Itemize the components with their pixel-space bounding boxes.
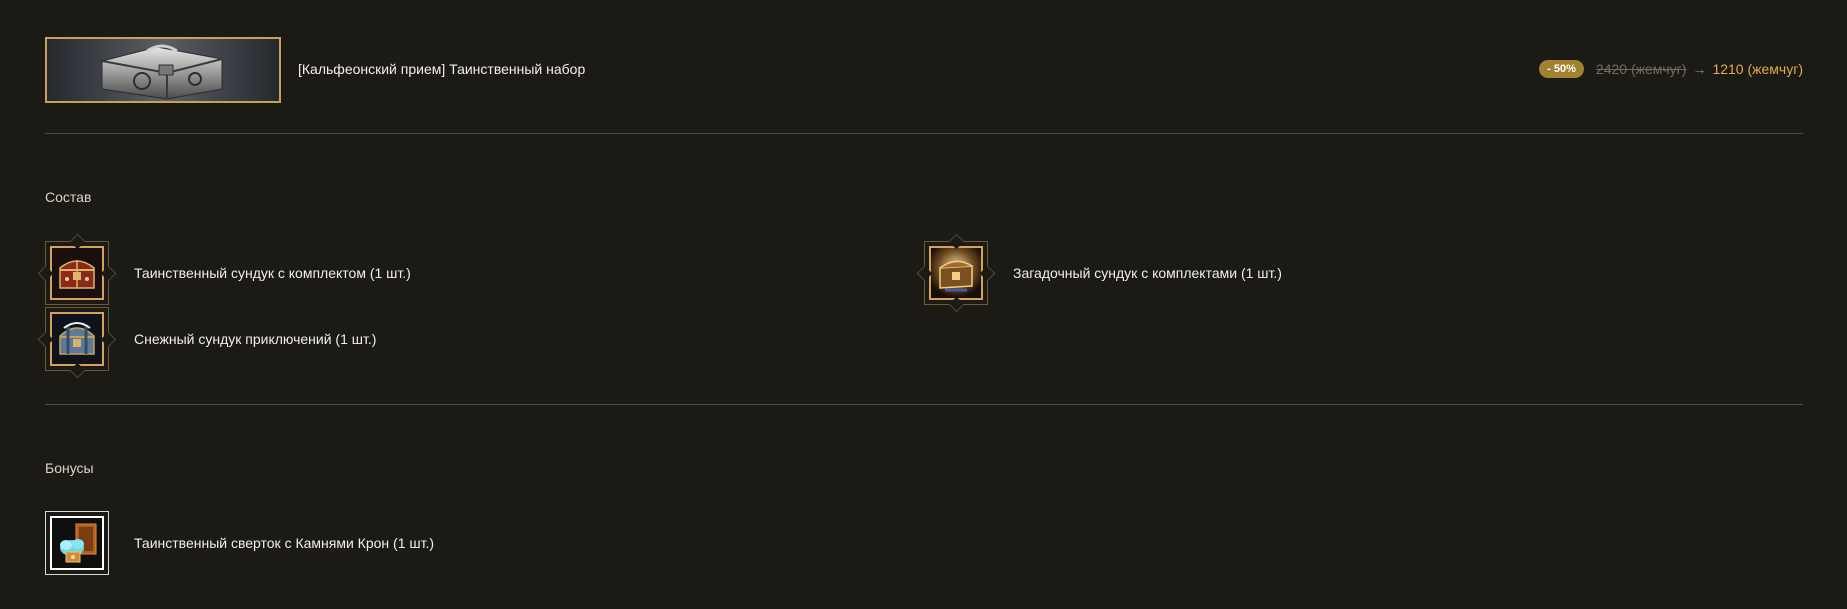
composition-item[interactable]: Таинственный сундук с комплектом (1 шт.): [37, 233, 411, 306]
price-block: - 50% 2420 (жемчуг) → 1210 (жемчуг): [1539, 60, 1803, 78]
item-frame: [37, 307, 117, 379]
item-icon-box: [50, 312, 104, 366]
composition-item[interactable]: Снежный сундук приключений (1 шт.): [37, 306, 377, 379]
bonuses-title: Бонусы: [45, 460, 94, 476]
item-frame: [37, 233, 117, 305]
product-banner: [45, 37, 281, 103]
snow-chest-icon: [52, 314, 102, 364]
new-price: 1210 (жемчуг): [1712, 61, 1803, 77]
red-chest-icon: [52, 248, 102, 298]
product-header: [Кальфеонский прием] Таинственный набор …: [45, 37, 1803, 103]
item-label: Снежный сундук приключений (1 шт.): [134, 331, 377, 347]
golden-chest-icon: [931, 248, 981, 298]
item-label: Таинственный сверток с Камнями Крон (1 ш…: [134, 535, 435, 551]
item-icon-box: [50, 516, 104, 570]
composition-item[interactable]: Загадочный сундук с комплектами (1 шт.): [916, 233, 1282, 313]
discount-badge: - 50%: [1539, 60, 1584, 78]
crown-stones-icon: [52, 518, 102, 568]
old-price: 2420 (жемчуг): [1595, 61, 1687, 77]
product-page: [Кальфеонский прием] Таинственный набор …: [0, 0, 1847, 609]
header-divider: [45, 133, 1803, 134]
product-title: [Кальфеонский прием] Таинственный набор: [298, 61, 586, 77]
composition-title: Состав: [45, 189, 92, 205]
item-label: Таинственный сундук с комплектом (1 шт.): [134, 265, 411, 281]
item-label: Загадочный сундук с комплектами (1 шт.): [1013, 265, 1282, 281]
item-icon-box: [50, 246, 104, 300]
silver-chest-icon: [47, 39, 279, 101]
item-icon-box: [929, 246, 983, 300]
bonus-item[interactable]: Таинственный сверток с Камнями Крон (1 ш…: [45, 510, 434, 576]
arrow-right-icon: →: [1692, 61, 1707, 77]
item-frame: [45, 511, 109, 575]
item-frame: [916, 233, 996, 313]
composition-divider: [45, 404, 1803, 405]
